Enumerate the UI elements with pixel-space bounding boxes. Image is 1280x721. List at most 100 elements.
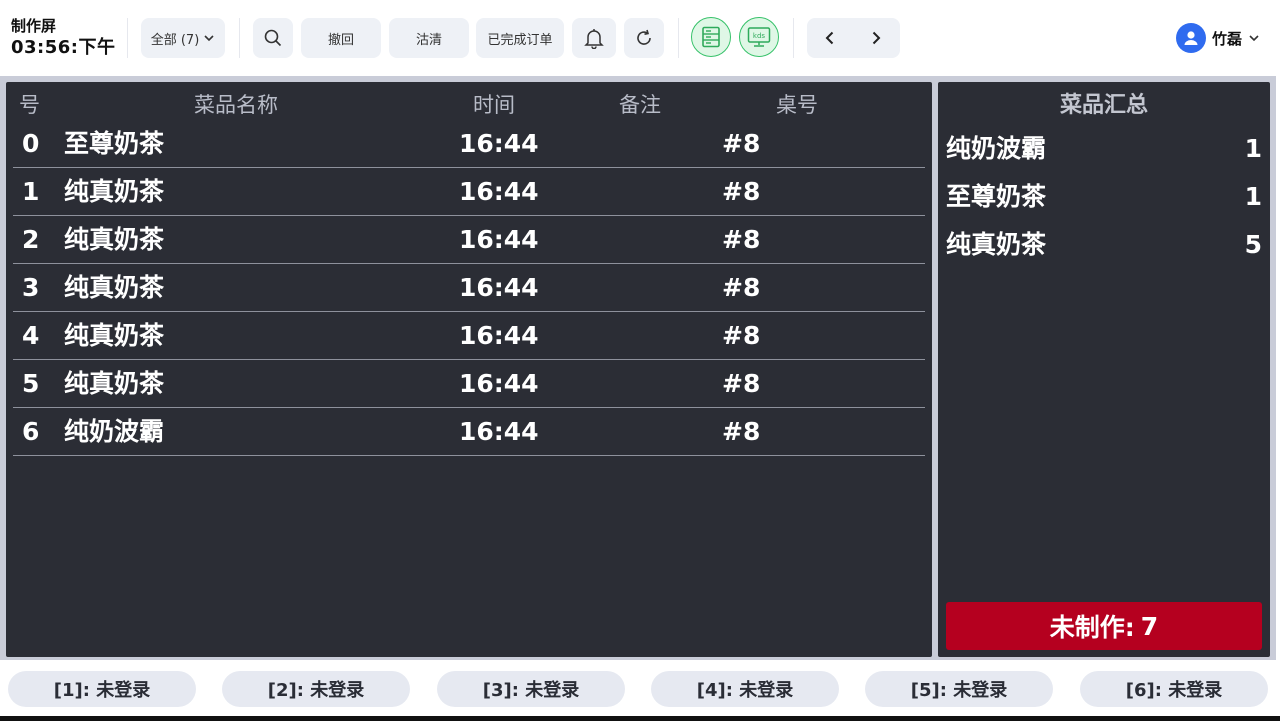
summary-title: 菜品汇总 bbox=[1059, 93, 1148, 118]
cell-table: #8 bbox=[722, 273, 761, 302]
table-row[interactable]: 5 纯真奶茶 16:44 #8 bbox=[6, 360, 932, 408]
summary-item-qty: 5 bbox=[1244, 230, 1262, 259]
chevron-down-icon bbox=[204, 35, 214, 42]
user-name: 竹磊 bbox=[1212, 29, 1243, 48]
station-2-button[interactable]: [2]: 未登录 bbox=[222, 671, 410, 707]
brand: 制作屏 03:56:下午 bbox=[11, 16, 116, 60]
cell-table: #8 bbox=[722, 225, 761, 254]
divider bbox=[127, 18, 128, 58]
summary-list: 纯奶波霸 1 至尊奶茶 1 纯真奶茶 5 bbox=[938, 126, 1270, 270]
summary-item-qty: 1 bbox=[1244, 134, 1262, 163]
cell-no: 3 bbox=[22, 273, 40, 302]
filter-dropdown[interactable]: 全部 (7) bbox=[141, 18, 225, 58]
avatar bbox=[1176, 23, 1206, 53]
cell-no: 4 bbox=[22, 321, 40, 350]
cell-time: 16:44 bbox=[459, 225, 539, 254]
top-bar: 制作屏 03:56:下午 全部 (7) 撤回 沽清 已完成订单 kds 竹磊 bbox=[0, 0, 1280, 76]
table-row[interactable]: 3 纯真奶茶 16:44 #8 bbox=[6, 264, 932, 312]
summary-item-name: 纯真奶茶 bbox=[946, 230, 1047, 259]
clear-button[interactable]: 沽清 bbox=[389, 18, 469, 58]
divider bbox=[793, 18, 794, 58]
cell-time: 16:44 bbox=[459, 177, 539, 206]
refresh-button[interactable] bbox=[624, 18, 664, 58]
refresh-icon bbox=[637, 29, 651, 45]
station-5-button[interactable]: [5]: 未登录 bbox=[865, 671, 1053, 707]
cell-no: 5 bbox=[22, 369, 40, 398]
pending-count-button[interactable]: 未制作: 7 bbox=[946, 602, 1262, 650]
pending-label: 未制作: bbox=[1049, 613, 1135, 642]
completed-orders-button[interactable]: 已完成订单 bbox=[476, 18, 564, 58]
previous-page-button[interactable] bbox=[807, 18, 853, 58]
cell-name: 纯真奶茶 bbox=[64, 369, 165, 398]
summary-item-name: 纯奶波霸 bbox=[946, 134, 1047, 163]
right-edge bbox=[1276, 76, 1280, 660]
cell-name: 纯奶波霸 bbox=[64, 417, 165, 446]
user-menu[interactable]: 竹磊 bbox=[1176, 22, 1260, 54]
cell-no: 2 bbox=[22, 225, 40, 254]
cell-time: 16:44 bbox=[459, 321, 539, 350]
column-header-name: 菜品名称 bbox=[194, 93, 278, 117]
table-row[interactable]: 0 至尊奶茶 16:44 #8 bbox=[6, 120, 932, 168]
page-navigation bbox=[807, 18, 900, 58]
cell-time: 16:44 bbox=[459, 369, 539, 398]
cell-table: #8 bbox=[722, 321, 761, 350]
chevron-down-icon bbox=[1249, 35, 1259, 42]
kds-icon: kds bbox=[747, 27, 771, 47]
divider bbox=[678, 18, 679, 58]
cell-name: 至尊奶茶 bbox=[64, 129, 165, 158]
order-rows: 0 至尊奶茶 16:44 #8 1 纯真奶茶 16:44 #8 2 纯真奶茶 16:44 #8 3 纯真奶… bbox=[6, 120, 932, 456]
station-3-button[interactable]: [3]: 未登录 bbox=[437, 671, 625, 707]
chevron-right-icon bbox=[872, 31, 881, 45]
server-button[interactable] bbox=[691, 17, 731, 57]
table-row[interactable]: 1 纯真奶茶 16:44 #8 bbox=[6, 168, 932, 216]
search-button[interactable] bbox=[253, 18, 293, 58]
cell-name: 纯真奶茶 bbox=[64, 177, 165, 206]
station-6-button[interactable]: [6]: 未登录 bbox=[1080, 671, 1268, 707]
pending-count: 7 bbox=[1140, 611, 1159, 641]
user-icon bbox=[1184, 31, 1198, 45]
undo-button[interactable]: 撤回 bbox=[301, 18, 381, 58]
cell-table: #8 bbox=[722, 177, 761, 206]
cell-table: #8 bbox=[722, 417, 761, 446]
column-header-table: 桌号 bbox=[776, 93, 818, 117]
dish-summary-panel: 菜品汇总 纯奶波霸 1 至尊奶茶 1 纯真奶茶 5 未制作: 7 bbox=[938, 82, 1270, 657]
cell-no: 6 bbox=[22, 417, 40, 446]
summary-item: 纯奶波霸 1 bbox=[938, 126, 1270, 174]
cell-table: #8 bbox=[722, 129, 761, 158]
cell-time: 16:44 bbox=[459, 129, 539, 158]
svg-text:kds: kds bbox=[753, 32, 765, 40]
notification-button[interactable] bbox=[572, 18, 616, 58]
current-time: 03:56:下午 bbox=[11, 37, 116, 58]
station-bar: [1]: 未登录 [2]: 未登录 [3]: 未登录 [4]: 未登录 [5]: 未登录… bbox=[0, 660, 1280, 721]
main-area: 号 菜品名称 时间 备注 桌号 0 至尊奶茶 16:44 #8 1 纯真奶茶 16:44 #8… bbox=[0, 76, 1276, 660]
table-row[interactable]: 6 纯奶波霸 16:44 #8 bbox=[6, 408, 932, 456]
search-icon bbox=[264, 29, 282, 47]
summary-item: 至尊奶茶 1 bbox=[938, 174, 1270, 222]
server-icon bbox=[702, 26, 720, 48]
station-4-button[interactable]: [4]: 未登录 bbox=[651, 671, 839, 707]
column-header-no: 号 bbox=[19, 93, 40, 117]
divider bbox=[239, 18, 240, 58]
column-header-time: 时间 bbox=[473, 93, 515, 117]
cell-no: 1 bbox=[22, 177, 40, 206]
order-table: 号 菜品名称 时间 备注 桌号 0 至尊奶茶 16:44 #8 1 纯真奶茶 16:44 #8… bbox=[6, 82, 932, 657]
cell-name: 纯真奶茶 bbox=[64, 321, 165, 350]
cell-name: 纯真奶茶 bbox=[64, 273, 165, 302]
station-1-button[interactable]: [1]: 未登录 bbox=[8, 671, 196, 707]
cell-table: #8 bbox=[722, 369, 761, 398]
cell-time: 16:44 bbox=[459, 273, 539, 302]
summary-item-name: 至尊奶茶 bbox=[946, 182, 1047, 211]
filter-label: 全部 (7) bbox=[150, 32, 200, 48]
bottom-border bbox=[0, 716, 1280, 721]
cell-name: 纯真奶茶 bbox=[64, 225, 165, 254]
table-row[interactable]: 2 纯真奶茶 16:44 #8 bbox=[6, 216, 932, 264]
cell-time: 16:44 bbox=[459, 417, 539, 446]
summary-item: 纯真奶茶 5 bbox=[938, 222, 1270, 270]
next-page-button[interactable] bbox=[853, 18, 899, 58]
kds-button[interactable]: kds bbox=[739, 17, 779, 57]
column-header-note: 备注 bbox=[619, 93, 661, 117]
summary-item-qty: 1 bbox=[1244, 182, 1262, 211]
table-row[interactable]: 4 纯真奶茶 16:44 #8 bbox=[6, 312, 932, 360]
bell-icon bbox=[584, 29, 604, 49]
page-title: 制作屏 bbox=[11, 17, 57, 35]
